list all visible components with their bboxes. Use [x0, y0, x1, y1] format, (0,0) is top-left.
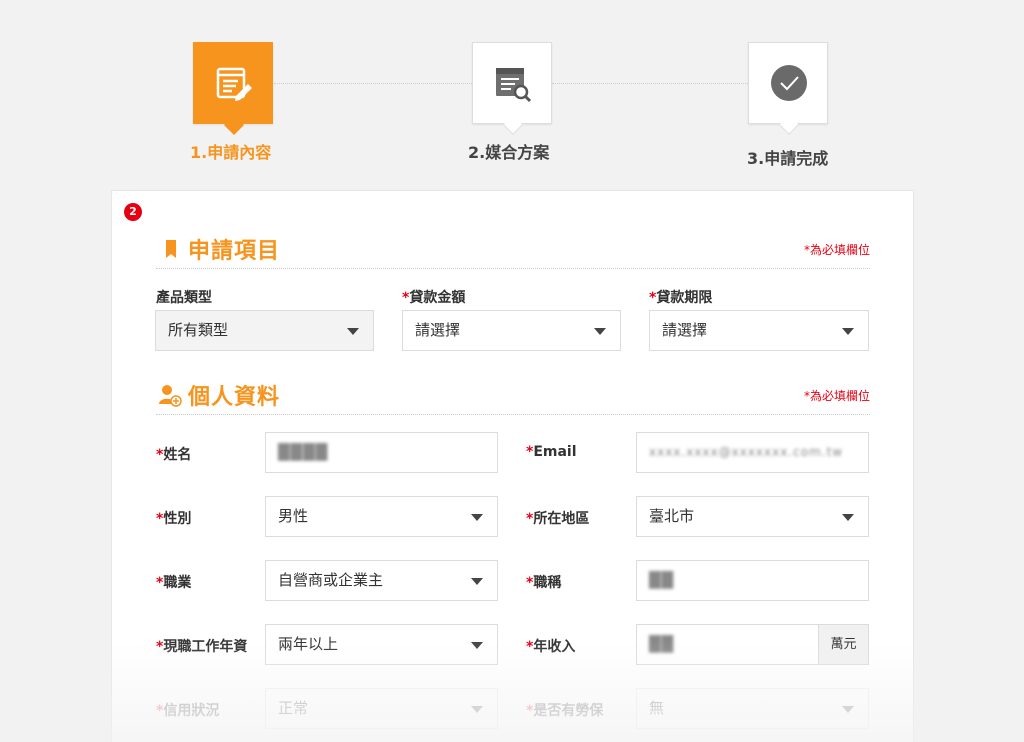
chevron-down-icon: [594, 328, 606, 335]
required-note: *為必填欄位: [803, 243, 870, 257]
product-type-value: 所有類型: [168, 321, 229, 339]
income-unit-addon: 萬元: [818, 625, 868, 664]
seniority-label: *現職工作年資: [156, 639, 248, 655]
name-label: *姓名: [156, 447, 192, 463]
occupation-value: 自營商或企業主: [278, 571, 384, 589]
loan-term-value: 請選擇: [662, 321, 708, 339]
credit-label: *信用狀況: [156, 703, 220, 719]
step-3-box: [748, 42, 828, 135]
product-type-select[interactable]: 所有類型: [155, 310, 374, 351]
income-label: *年收入: [526, 639, 576, 655]
credit-select[interactable]: 正常: [265, 688, 498, 729]
labor-insurance-select[interactable]: 無: [636, 688, 869, 729]
name-input[interactable]: ████: [265, 432, 498, 473]
income-input[interactable]: ██ 萬元: [636, 624, 869, 665]
seniority-select[interactable]: 兩年以上: [265, 624, 498, 665]
gender-select[interactable]: 男性: [265, 496, 498, 537]
occupation-label: *職業: [156, 575, 192, 591]
chevron-down-icon: [842, 328, 854, 335]
gender-label: *性別: [156, 511, 192, 527]
product-type-label: 產品類型: [156, 290, 212, 306]
seniority-value: 兩年以上: [278, 635, 339, 653]
occupation-select[interactable]: 自營商或企業主: [265, 560, 498, 601]
check-circle-icon: [771, 65, 807, 101]
loan-term-label: *貸款期限: [649, 290, 713, 306]
required-note: *為必填欄位: [803, 389, 870, 403]
job-title-input[interactable]: ██: [636, 560, 869, 601]
chevron-down-icon: [471, 706, 483, 713]
chevron-down-icon: [347, 328, 359, 335]
email-value: xxxx.xxxx@xxxxxxx.com.tw: [649, 445, 844, 459]
region-label: *所在地區: [526, 511, 590, 527]
user-add-icon: [159, 385, 182, 407]
labor-insurance-label: *是否有勞保: [526, 703, 604, 719]
email-input[interactable]: xxxx.xxxx@xxxxxxx.com.tw: [636, 432, 869, 473]
chevron-down-icon: [842, 514, 854, 521]
job-title-value: ██: [649, 571, 675, 589]
application-section-title: 申請項目: [188, 239, 281, 264]
loan-amount-select[interactable]: 請選擇: [402, 310, 621, 351]
loan-term-select[interactable]: 請選擇: [649, 310, 869, 351]
application-form-card: 2 申請項目 *為必填欄位 產品類型 *貸款金額 *貸款期限 所有類型 請選擇 …: [111, 190, 914, 742]
region-select[interactable]: 臺北市: [636, 496, 869, 537]
bookmark-icon: [166, 240, 176, 258]
personal-section-header: 個人資料 *為必填欄位: [156, 379, 870, 415]
step-2-label: 2.媒合方案: [468, 143, 550, 162]
loan-amount-value: 請選擇: [415, 321, 461, 339]
progress-stepper: 1.申請內容 2.媒合方案 3.申請完成: [0, 0, 1024, 190]
gender-value: 男性: [278, 507, 309, 525]
notification-badge: 2: [124, 203, 142, 221]
step-1-box: [193, 42, 273, 135]
name-value: ████: [278, 443, 329, 461]
personal-section-title: 個人資料: [188, 385, 281, 410]
form-edit-icon: [216, 67, 252, 101]
credit-value: 正常: [278, 699, 309, 717]
job-title-label: *職稱: [526, 575, 562, 591]
chevron-down-icon: [842, 706, 854, 713]
step-3-label: 3.申請完成: [747, 149, 829, 168]
step-1-label: 1.申請內容: [190, 143, 272, 162]
step-connector: [552, 83, 748, 84]
labor-insurance-value: 無: [649, 699, 665, 717]
email-label: *Email: [526, 444, 577, 460]
chevron-down-icon: [471, 514, 483, 521]
chevron-down-icon: [471, 642, 483, 649]
application-section-header: 申請項目 *為必填欄位: [156, 233, 870, 269]
step-2-box: [472, 42, 552, 135]
income-value: ██: [649, 635, 675, 653]
loan-amount-label: *貸款金額: [402, 290, 466, 306]
region-value: 臺北市: [649, 507, 695, 525]
step-connector: [274, 83, 472, 84]
chevron-down-icon: [471, 578, 483, 585]
document-search-icon: [496, 68, 532, 103]
